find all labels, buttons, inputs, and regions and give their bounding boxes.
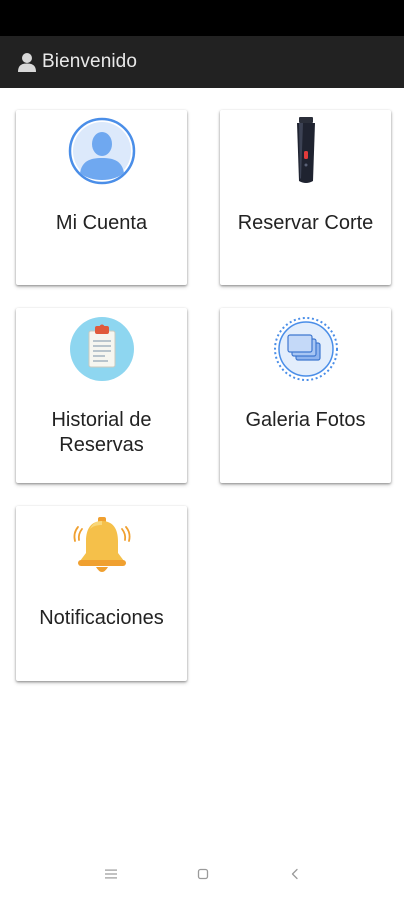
app-bar: Bienvenido — [0, 36, 404, 88]
menu-card-mi-cuenta[interactable]: Mi Cuenta — [16, 110, 187, 285]
menu-card-label: Galeria Fotos — [245, 409, 366, 431]
hair-clipper-icon — [271, 116, 341, 186]
menu-card-label: Historial de Reservas — [51, 409, 152, 456]
bell-icon — [67, 512, 137, 582]
back-chevron-icon — [291, 868, 298, 880]
menu-card-reservar-corte[interactable]: Reservar Corte — [220, 110, 391, 285]
person-icon — [16, 51, 38, 73]
app-bar-title: Bienvenido — [42, 51, 138, 72]
home-button[interactable] — [191, 862, 215, 886]
menu-card-historial-reservas[interactable]: Historial de Reservas — [16, 308, 187, 483]
menu-card-label: Mi Cuenta — [55, 212, 148, 234]
menu-card-galeria-fotos[interactable]: Galeria Fotos — [220, 308, 391, 483]
home-square-icon — [197, 868, 209, 880]
photo-gallery-icon — [271, 314, 341, 384]
back-button[interactable] — [283, 862, 307, 886]
system-navigation-bar — [0, 850, 404, 900]
status-bar — [0, 0, 404, 36]
menu-card-label: Reservar Corte — [237, 212, 374, 234]
recents-menu-button[interactable] — [99, 862, 123, 886]
menu-card-notificaciones[interactable]: Notificaciones — [16, 506, 187, 681]
clipboard-icon — [67, 314, 137, 384]
menu-icon — [105, 869, 117, 879]
menu-card-label: Notificaciones — [39, 607, 164, 629]
account-avatar-icon — [67, 116, 137, 186]
